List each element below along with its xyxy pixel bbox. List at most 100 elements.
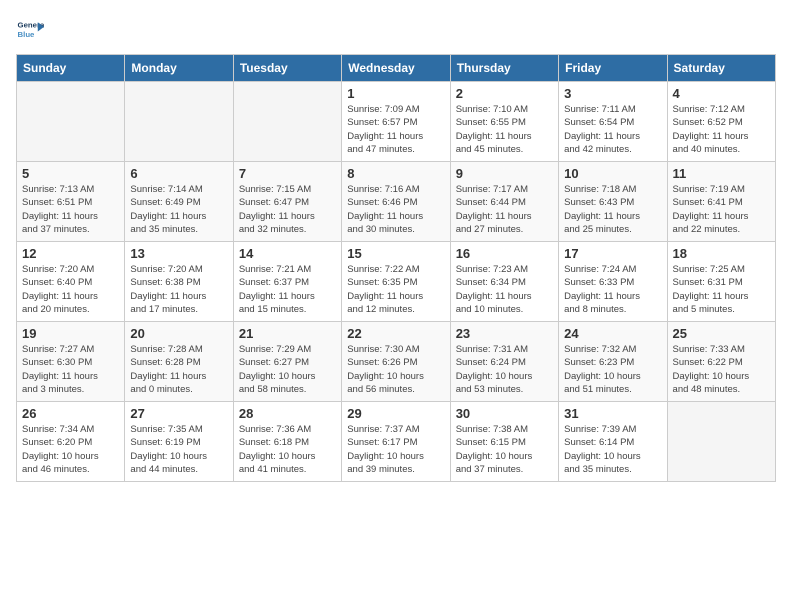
- day-info: Sunrise: 7:28 AM Sunset: 6:28 PM Dayligh…: [130, 343, 227, 396]
- day-number: 31: [564, 406, 661, 421]
- week-row-1: 5 Sunrise: 7:13 AM Sunset: 6:51 PM Daylig…: [17, 162, 776, 242]
- day-info: Sunrise: 7:19 AM Sunset: 6:41 PM Dayligh…: [673, 183, 770, 236]
- day-info: Sunrise: 7:37 AM Sunset: 6:17 PM Dayligh…: [347, 423, 444, 476]
- day-info: Sunrise: 7:32 AM Sunset: 6:23 PM Dayligh…: [564, 343, 661, 396]
- day-info: Sunrise: 7:36 AM Sunset: 6:18 PM Dayligh…: [239, 423, 336, 476]
- logo: General Blue: [16, 16, 44, 44]
- day-info: Sunrise: 7:14 AM Sunset: 6:49 PM Dayligh…: [130, 183, 227, 236]
- day-info: Sunrise: 7:17 AM Sunset: 6:44 PM Dayligh…: [456, 183, 553, 236]
- calendar-cell: 5 Sunrise: 7:13 AM Sunset: 6:51 PM Daylig…: [17, 162, 125, 242]
- col-header-sunday: Sunday: [17, 55, 125, 82]
- calendar-cell: 12 Sunrise: 7:20 AM Sunset: 6:40 PM Dayli…: [17, 242, 125, 322]
- calendar-cell: 10 Sunrise: 7:18 AM Sunset: 6:43 PM Dayli…: [559, 162, 667, 242]
- calendar-cell: 3Sunrise: 7:11 AM Sunset: 6:54 PM Daylig…: [559, 82, 667, 162]
- week-row-3: 19 Sunrise: 7:27 AM Sunset: 6:30 PM Dayli…: [17, 322, 776, 402]
- calendar-cell: 26Sunrise: 7:34 AM Sunset: 6:20 PM Dayli…: [17, 402, 125, 482]
- calendar-cell: 2 Sunrise: 7:10 AM Sunset: 6:55 PM Daylig…: [450, 82, 558, 162]
- day-number: 21: [239, 326, 336, 341]
- col-header-friday: Friday: [559, 55, 667, 82]
- day-info: Sunrise: 7:25 AM Sunset: 6:31 PM Dayligh…: [673, 263, 770, 316]
- calendar-cell: 13 Sunrise: 7:20 AM Sunset: 6:38 PM Dayli…: [125, 242, 233, 322]
- day-info: Sunrise: 7:39 AM Sunset: 6:14 PM Dayligh…: [564, 423, 661, 476]
- calendar-cell: 7Sunrise: 7:15 AM Sunset: 6:47 PM Daylig…: [233, 162, 341, 242]
- day-number: 12: [22, 246, 119, 261]
- calendar-cell: 4 Sunrise: 7:12 AM Sunset: 6:52 PM Daylig…: [667, 82, 775, 162]
- day-info: Sunrise: 7:09 AM Sunset: 6:57 PM Dayligh…: [347, 103, 444, 156]
- calendar-cell: [667, 402, 775, 482]
- day-info: Sunrise: 7:12 AM Sunset: 6:52 PM Dayligh…: [673, 103, 770, 156]
- calendar-cell: 9 Sunrise: 7:17 AM Sunset: 6:44 PM Daylig…: [450, 162, 558, 242]
- calendar-cell: 27 Sunrise: 7:35 AM Sunset: 6:19 PM Dayli…: [125, 402, 233, 482]
- day-info: Sunrise: 7:27 AM Sunset: 6:30 PM Dayligh…: [22, 343, 119, 396]
- day-number: 28: [239, 406, 336, 421]
- calendar-cell: [17, 82, 125, 162]
- day-info: Sunrise: 7:38 AM Sunset: 6:15 PM Dayligh…: [456, 423, 553, 476]
- calendar-cell: 18 Sunrise: 7:25 AM Sunset: 6:31 PM Dayli…: [667, 242, 775, 322]
- calendar-cell: 24 Sunrise: 7:32 AM Sunset: 6:23 PM Dayli…: [559, 322, 667, 402]
- day-number: 17: [564, 246, 661, 261]
- col-header-tuesday: Tuesday: [233, 55, 341, 82]
- week-row-2: 12 Sunrise: 7:20 AM Sunset: 6:40 PM Dayli…: [17, 242, 776, 322]
- calendar-cell: 6 Sunrise: 7:14 AM Sunset: 6:49 PM Daylig…: [125, 162, 233, 242]
- day-info: Sunrise: 7:33 AM Sunset: 6:22 PM Dayligh…: [673, 343, 770, 396]
- calendar-cell: 23 Sunrise: 7:31 AM Sunset: 6:24 PM Dayli…: [450, 322, 558, 402]
- day-number: 23: [456, 326, 553, 341]
- day-number: 30: [456, 406, 553, 421]
- calendar-cell: [125, 82, 233, 162]
- day-number: 11: [673, 166, 770, 181]
- header-row: SundayMondayTuesdayWednesdayThursdayFrid…: [17, 55, 776, 82]
- day-number: 18: [673, 246, 770, 261]
- calendar-cell: 14Sunrise: 7:21 AM Sunset: 6:37 PM Dayli…: [233, 242, 341, 322]
- day-info: Sunrise: 7:10 AM Sunset: 6:55 PM Dayligh…: [456, 103, 553, 156]
- week-row-4: 26Sunrise: 7:34 AM Sunset: 6:20 PM Dayli…: [17, 402, 776, 482]
- day-number: 6: [130, 166, 227, 181]
- day-info: Sunrise: 7:21 AM Sunset: 6:37 PM Dayligh…: [239, 263, 336, 316]
- day-info: Sunrise: 7:30 AM Sunset: 6:26 PM Dayligh…: [347, 343, 444, 396]
- day-info: Sunrise: 7:16 AM Sunset: 6:46 PM Dayligh…: [347, 183, 444, 236]
- calendar-cell: 22Sunrise: 7:30 AM Sunset: 6:26 PM Dayli…: [342, 322, 450, 402]
- day-info: Sunrise: 7:29 AM Sunset: 6:27 PM Dayligh…: [239, 343, 336, 396]
- calendar-cell: 17Sunrise: 7:24 AM Sunset: 6:33 PM Dayli…: [559, 242, 667, 322]
- day-number: 19: [22, 326, 119, 341]
- day-number: 2: [456, 86, 553, 101]
- day-number: 4: [673, 86, 770, 101]
- calendar-table: SundayMondayTuesdayWednesdayThursdayFrid…: [16, 54, 776, 482]
- day-number: 3: [564, 86, 661, 101]
- day-number: 24: [564, 326, 661, 341]
- day-info: Sunrise: 7:20 AM Sunset: 6:40 PM Dayligh…: [22, 263, 119, 316]
- day-number: 13: [130, 246, 227, 261]
- page-header: General Blue: [16, 16, 776, 44]
- day-number: 8: [347, 166, 444, 181]
- day-number: 5: [22, 166, 119, 181]
- day-number: 20: [130, 326, 227, 341]
- day-number: 9: [456, 166, 553, 181]
- day-number: 1: [347, 86, 444, 101]
- week-row-0: 1 Sunrise: 7:09 AM Sunset: 6:57 PM Daylig…: [17, 82, 776, 162]
- calendar-cell: 28 Sunrise: 7:36 AM Sunset: 6:18 PM Dayli…: [233, 402, 341, 482]
- day-info: Sunrise: 7:18 AM Sunset: 6:43 PM Dayligh…: [564, 183, 661, 236]
- day-number: 15: [347, 246, 444, 261]
- calendar-cell: 25 Sunrise: 7:33 AM Sunset: 6:22 PM Dayli…: [667, 322, 775, 402]
- day-info: Sunrise: 7:13 AM Sunset: 6:51 PM Dayligh…: [22, 183, 119, 236]
- calendar-cell: 29Sunrise: 7:37 AM Sunset: 6:17 PM Dayli…: [342, 402, 450, 482]
- calendar-cell: [233, 82, 341, 162]
- day-info: Sunrise: 7:20 AM Sunset: 6:38 PM Dayligh…: [130, 263, 227, 316]
- calendar-cell: 19 Sunrise: 7:27 AM Sunset: 6:30 PM Dayli…: [17, 322, 125, 402]
- calendar-cell: 16Sunrise: 7:23 AM Sunset: 6:34 PM Dayli…: [450, 242, 558, 322]
- day-number: 25: [673, 326, 770, 341]
- calendar-cell: 20 Sunrise: 7:28 AM Sunset: 6:28 PM Dayli…: [125, 322, 233, 402]
- svg-text:Blue: Blue: [18, 30, 36, 39]
- col-header-saturday: Saturday: [667, 55, 775, 82]
- calendar-cell: 21 Sunrise: 7:29 AM Sunset: 6:27 PM Dayli…: [233, 322, 341, 402]
- col-header-monday: Monday: [125, 55, 233, 82]
- calendar-cell: 31 Sunrise: 7:39 AM Sunset: 6:14 PM Dayli…: [559, 402, 667, 482]
- col-header-thursday: Thursday: [450, 55, 558, 82]
- day-info: Sunrise: 7:31 AM Sunset: 6:24 PM Dayligh…: [456, 343, 553, 396]
- calendar-cell: 30 Sunrise: 7:38 AM Sunset: 6:15 PM Dayli…: [450, 402, 558, 482]
- day-info: Sunrise: 7:35 AM Sunset: 6:19 PM Dayligh…: [130, 423, 227, 476]
- day-number: 10: [564, 166, 661, 181]
- day-info: Sunrise: 7:15 AM Sunset: 6:47 PM Dayligh…: [239, 183, 336, 236]
- day-info: Sunrise: 7:23 AM Sunset: 6:34 PM Dayligh…: [456, 263, 553, 316]
- day-number: 27: [130, 406, 227, 421]
- calendar-cell: 15Sunrise: 7:22 AM Sunset: 6:35 PM Dayli…: [342, 242, 450, 322]
